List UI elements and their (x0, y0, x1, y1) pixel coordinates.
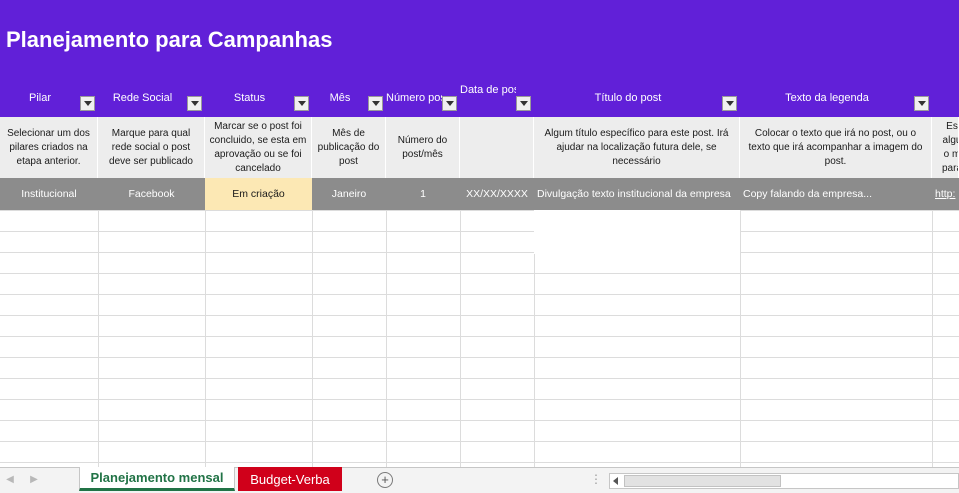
empty-grid[interactable] (0, 210, 959, 467)
example-cell-pilar[interactable]: Institucional (0, 178, 98, 210)
description-cell-texto-legenda[interactable]: Colocar o texto que irá no post, ou o te… (740, 117, 932, 178)
grid-row-line (0, 420, 959, 421)
column-header-label: Título do post (594, 92, 662, 104)
column-header-label: Pilar (28, 92, 51, 104)
example-cell-rede-social[interactable]: Facebook (98, 178, 205, 210)
column-header-label: Data de postagem (460, 84, 516, 96)
grid-row-line (0, 441, 959, 442)
sheet-tab-planejamento-mensal[interactable]: Planejamento mensal (79, 467, 235, 491)
scroll-tabs-right-icon[interactable]: ▶ (27, 472, 41, 488)
description-cell-rede-social[interactable]: Marque para qual rede social o post deve… (98, 117, 205, 178)
filter-dropdown-icon[interactable] (187, 96, 202, 111)
scroll-tabs-left-icon[interactable]: ◀ (3, 472, 17, 488)
grid-row-line (0, 315, 959, 316)
grid-column-line (460, 210, 461, 467)
column-header-label: Status (233, 92, 266, 104)
tab-splitter-handle[interactable]: ⋮ (590, 473, 602, 485)
description-cell-mes[interactable]: Mês de publicação do post (312, 117, 386, 178)
column-header-label: Mês (329, 92, 351, 104)
sheet-tab-budget-verba[interactable]: Budget-Verba (238, 467, 342, 491)
column-header-titulo-post: Título do post (534, 84, 740, 114)
column-header-label: Texto da legenda (785, 92, 869, 104)
horizontal-scrollbar[interactable] (609, 473, 959, 489)
grid-column-line (386, 210, 387, 467)
example-cell-data-postagem[interactable]: XX/XX/XXXX (460, 178, 534, 210)
filter-dropdown-icon[interactable] (368, 96, 383, 111)
column-header-label: Rede Social (112, 92, 173, 104)
filter-dropdown-icon[interactable] (80, 96, 95, 111)
grid-column-line (205, 210, 206, 467)
sheet-tab-bar: ◀ ▶ Planejamento mensal Budget-Verba + ⋮ (0, 467, 959, 493)
example-cell-numero-post[interactable]: 1 (386, 178, 460, 210)
filter-dropdown-icon[interactable] (442, 96, 457, 111)
column-header-pilar: Pilar (0, 84, 98, 114)
example-cell-titulo-post[interactable]: Divulgação texto institucional da empres… (534, 178, 740, 210)
grid-row-line (0, 462, 959, 463)
example-cell-mes[interactable]: Janeiro (312, 178, 386, 210)
column-header-numero-post: Número post (386, 84, 460, 114)
page-title: Planejamento para Campanhas (6, 27, 333, 52)
scrollbar-thumb[interactable] (624, 475, 781, 487)
filter-dropdown-icon[interactable] (722, 96, 737, 111)
grid-row-line (0, 357, 959, 358)
add-sheet-icon[interactable]: + (377, 472, 393, 488)
grid-column-line (312, 210, 313, 467)
column-header-mes: Mês (312, 84, 386, 114)
description-cell-status[interactable]: Marcar se o post foi concluido, se esta … (205, 117, 312, 178)
example-cell-link[interactable]: http: (932, 178, 959, 210)
column-header-status: Status (205, 84, 312, 114)
grid-column-line (98, 210, 99, 467)
column-header-data-postagem: Data de postagem (460, 84, 534, 114)
description-cell-data-postagem[interactable] (460, 117, 534, 178)
grid-row-line (0, 273, 959, 274)
grid-row-line (0, 252, 959, 253)
column-header-label: Número post (386, 92, 442, 104)
column-header-texto-legenda: Texto da legenda (740, 84, 932, 114)
grid-column-line (932, 210, 933, 467)
description-cell-numero-post[interactable]: Número do post/mês (386, 117, 460, 178)
grid-row-line (0, 399, 959, 400)
grid-row-line (0, 210, 959, 211)
filter-dropdown-icon[interactable] (294, 96, 309, 111)
column-header-rede-social: Rede Social (98, 84, 205, 114)
filter-dropdown-icon[interactable] (516, 96, 531, 111)
example-cell-texto-legenda[interactable]: Copy falando da empresa... (740, 178, 932, 210)
grid-column-line (740, 210, 741, 467)
filter-dropdown-icon[interactable] (914, 96, 929, 111)
grid-row-line (0, 294, 959, 295)
merged-cell-area[interactable] (534, 210, 740, 254)
example-cell-status[interactable]: Em criação (205, 178, 312, 210)
grid-row-line (0, 378, 959, 379)
description-cell-titulo-post[interactable]: Algum título específico para este post. … (534, 117, 740, 178)
grid-row-line (0, 231, 959, 232)
scroll-left-arrow-icon[interactable] (613, 477, 618, 485)
description-cell-partial[interactable]: Es algu o m para (932, 117, 959, 178)
grid-row-line (0, 336, 959, 337)
description-cell-pilar[interactable]: Selecionar um dos pilares criados na eta… (0, 117, 98, 178)
